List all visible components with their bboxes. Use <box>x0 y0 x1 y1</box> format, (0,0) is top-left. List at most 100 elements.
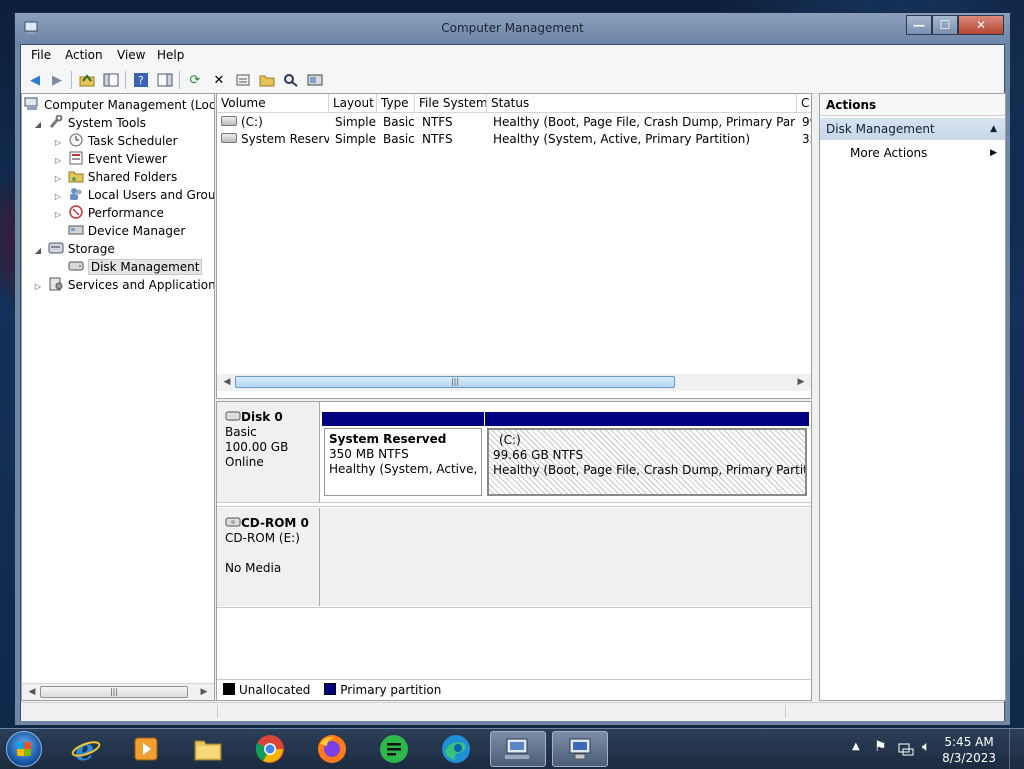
tree-horizontal-scrollbar[interactable]: ◀ ||| ▶ <box>22 683 214 700</box>
tree-item-disk-management[interactable]: Disk Management <box>52 258 203 276</box>
scroll-thumb[interactable]: ||| <box>40 686 188 698</box>
expand-arrow-icon[interactable]: ▷ <box>32 278 44 296</box>
cell-type: Basic <box>383 132 415 146</box>
action-center-flag-icon[interactable]: ⚑ <box>874 739 887 755</box>
internet-explorer-icon[interactable]: e <box>58 731 114 767</box>
tree-label: Disk Management <box>87 259 203 275</box>
collapse-up-icon[interactable]: ▲ <box>990 118 997 140</box>
properties-icon[interactable] <box>233 70 253 90</box>
column-header-file-system[interactable]: File System <box>415 94 487 113</box>
back-icon[interactable]: ◀ <box>25 70 45 90</box>
network-icon[interactable] <box>898 741 914 757</box>
cell-capacity: 35 <box>802 132 811 146</box>
tree-item-device-manager[interactable]: Device Manager <box>52 222 185 240</box>
close-button[interactable]: ✕ <box>958 15 1004 35</box>
unallocated-swatch <box>223 683 235 695</box>
cell-status: Healthy (Boot, Page File, Crash Dump, Pr… <box>493 115 795 129</box>
firefox-icon[interactable] <box>304 731 360 767</box>
tree-item-task-scheduler[interactable]: ▷ Task Scheduler <box>52 132 178 150</box>
partition-system-reserved[interactable]: System Reserved 350 MB NTFS Healthy (Sys… <box>322 412 484 498</box>
edge-icon[interactable] <box>428 731 484 767</box>
partition-c-drive[interactable]: (C:) 99.66 GB NTFS Healthy (Boot, Page F… <box>485 412 809 498</box>
column-header-status[interactable]: Status <box>487 94 797 113</box>
cd-rom-0-label[interactable]: CD-ROM 0 CD-ROM (E:) No Media <box>217 508 320 606</box>
menu-view[interactable]: View <box>117 48 145 62</box>
show-hide-action-pane-icon[interactable] <box>155 70 175 90</box>
tree-item-system-tools[interactable]: ◢ System Tools <box>32 114 146 132</box>
column-header-layout[interactable]: Layout <box>329 94 377 113</box>
media-player-icon[interactable] <box>118 731 174 767</box>
clock-time: 5:45 AM <box>944 735 994 749</box>
menu-action[interactable]: Action <box>65 48 103 62</box>
menu-bar: File Action View Help <box>21 45 1004 67</box>
collapse-arrow-icon[interactable]: ◢ <box>32 116 44 134</box>
disk-name: CD-ROM 0 <box>241 516 309 530</box>
cell-fs: NTFS <box>422 132 453 146</box>
cd-rom-empty-area[interactable] <box>320 508 811 606</box>
scroll-thumb[interactable]: ||| <box>235 376 675 388</box>
more-actions-label: More Actions <box>850 146 928 160</box>
partition-status: Healthy (System, Active, Pri <box>329 462 482 476</box>
clock[interactable]: 5:45 AM 8/3/2023 <box>942 734 996 766</box>
tree-item-local-users[interactable]: ▷ Local Users and Groups <box>52 186 214 204</box>
tree-item-shared-folders[interactable]: ▷ Shared Folders <box>52 168 177 186</box>
scroll-right-icon[interactable]: ▶ <box>793 374 809 390</box>
forward-icon[interactable]: ▶ <box>47 70 67 90</box>
start-button[interactable] <box>6 731 42 767</box>
menu-help[interactable]: Help <box>157 48 184 62</box>
column-header-capacity[interactable]: C <box>797 94 811 113</box>
tree-item-event-viewer[interactable]: ▷ Event Viewer <box>52 150 167 168</box>
column-header-volume[interactable]: Volume <box>217 94 329 113</box>
show-hide-tree-icon[interactable] <box>101 70 121 90</box>
primary-partition-bar <box>322 412 484 426</box>
collapse-arrow-icon[interactable]: ◢ <box>32 242 44 260</box>
services-icon <box>49 277 63 291</box>
computer-management-taskbar-icon[interactable] <box>552 731 608 767</box>
tree-root[interactable]: Computer Management (Local <box>24 96 214 114</box>
cell-capacity: 99 <box>802 115 811 129</box>
show-desktop-button[interactable] <box>1009 729 1024 769</box>
client-area: File Action View Help ◀ ▶ ? ⟳ ✕ Computer <box>20 44 1006 721</box>
actions-section-disk-management[interactable]: Disk Management ▲ <box>820 118 1005 140</box>
sheets-icon[interactable] <box>366 731 422 767</box>
performance-icon <box>69 205 83 219</box>
open-folder-icon[interactable] <box>257 70 277 90</box>
computer-management-window: Computer Management — ☐ ✕ File Action Vi… <box>14 12 1011 726</box>
volume-icon[interactable]: 🔈︎ <box>922 739 930 755</box>
scroll-left-icon[interactable]: ◀ <box>24 684 40 700</box>
maximize-button[interactable]: ☐ <box>932 15 958 35</box>
disk-properties-icon[interactable] <box>305 70 325 90</box>
menu-file[interactable]: File <box>31 48 51 62</box>
delete-icon[interactable]: ✕ <box>209 70 229 90</box>
scroll-left-icon[interactable]: ◀ <box>219 374 235 390</box>
column-header-type[interactable]: Type <box>377 94 415 113</box>
more-actions-item[interactable]: More Actions <box>850 142 927 164</box>
tree-label: Device Manager <box>87 224 186 238</box>
scroll-right-icon[interactable]: ▶ <box>196 684 212 700</box>
search-icon[interactable] <box>281 70 301 90</box>
tree-item-storage[interactable]: ◢ Storage <box>32 240 115 258</box>
list-horizontal-scrollbar[interactable]: ◀ ||| ▶ <box>217 374 811 391</box>
shared-folder-icon <box>68 171 84 183</box>
svg-text:?: ? <box>138 74 144 87</box>
remote-desktop-icon[interactable] <box>490 731 546 767</box>
file-explorer-icon[interactable] <box>180 731 236 767</box>
disk-state: No Media <box>225 561 282 575</box>
minimize-button[interactable]: — <box>906 15 932 35</box>
show-hidden-icons-icon[interactable]: ▲ <box>852 741 860 752</box>
disk-management-icon <box>68 261 84 271</box>
tree-item-services[interactable]: ▷ Services and Applications <box>32 276 214 296</box>
partition-size: 350 MB NTFS <box>329 447 409 461</box>
disk-graphical-view: Disk 0 Basic 100.00 GB Online System Res… <box>216 401 812 701</box>
title-bar[interactable]: Computer Management — ☐ ✕ <box>15 13 1010 45</box>
tree-label: System Tools <box>67 116 146 130</box>
clock-icon <box>69 133 83 147</box>
disk-state: Online <box>225 455 264 469</box>
chrome-icon[interactable] <box>242 731 298 767</box>
disk-0-label[interactable]: Disk 0 Basic 100.00 GB Online <box>217 402 320 502</box>
up-folder-icon[interactable] <box>77 70 97 90</box>
partition-title: System Reserved <box>329 432 447 446</box>
refresh-icon[interactable]: ⟳ <box>185 70 205 90</box>
help-icon[interactable]: ? <box>131 70 151 90</box>
tree-item-performance[interactable]: ▷ Performance <box>52 204 164 222</box>
